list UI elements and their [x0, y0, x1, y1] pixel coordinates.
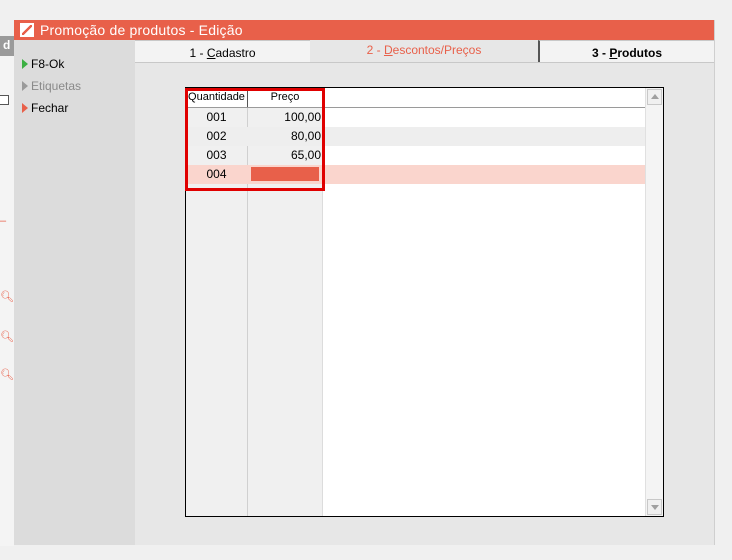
quantity-cell[interactable]: 003 [186, 146, 247, 165]
quantity-cell[interactable]: 002 [186, 127, 247, 146]
tab-number: 2 - [366, 43, 384, 57]
background-window-field [0, 95, 9, 105]
tab-label: escontos/Preços [392, 43, 482, 57]
table-row[interactable]: 003 65,00 [186, 146, 645, 165]
column-header-preco[interactable]: Preço [248, 88, 323, 107]
tab-number: 3 - [591, 46, 610, 60]
tab-bar: 1 - Cadastro 2 - Descontos/Preços 3 - Pr… [135, 40, 714, 63]
ok-command-label: F8-Ok [31, 57, 65, 71]
background-dash-icon: – [0, 215, 7, 227]
play-arrow-icon [22, 59, 28, 69]
search-icon[interactable]: 🔍︎ [0, 290, 14, 304]
tab-label: rodutos [617, 46, 663, 60]
vertical-scrollbar[interactable] [645, 88, 663, 516]
labels-command-label: Etiquetas [31, 79, 82, 93]
scroll-down-arrow-icon[interactable] [647, 499, 662, 515]
promotion-edit-window: Promoção de produtos - Edição F8-Ok Etiq… [14, 20, 715, 545]
price-cell[interactable]: 100,00 [248, 108, 321, 127]
tab-label: adastro [215, 46, 256, 60]
search-icon[interactable]: 🔍︎ [0, 368, 14, 382]
close-command-label: Fechar [31, 101, 69, 115]
app-logo-icon [20, 23, 34, 37]
price-cell[interactable]: 65,00 [248, 146, 321, 165]
command-panel: F8-Ok Etiquetas Fechar [14, 40, 135, 545]
table-row[interactable]: 002 80,00 [186, 127, 645, 146]
play-arrow-icon [22, 81, 28, 91]
quantity-cell[interactable]: 004 [186, 165, 247, 184]
price-cell[interactable]: 80,00 [248, 127, 321, 146]
scroll-up-arrow-icon[interactable] [647, 89, 662, 105]
tab-number: 1 - [189, 46, 207, 60]
background-window-title: d [0, 36, 14, 56]
price-edit-input[interactable] [251, 167, 319, 181]
table-row[interactable]: 001 100,00 [186, 108, 645, 127]
tab-cadastro[interactable]: 1 - Cadastro [135, 40, 310, 62]
search-icon[interactable]: 🔍︎ [0, 330, 14, 344]
ok-command[interactable]: F8-Ok [22, 56, 64, 72]
labels-command: Etiquetas [22, 78, 81, 94]
column-header-quantidade[interactable]: Quantidade [186, 88, 248, 107]
close-command[interactable]: Fechar [22, 100, 68, 116]
tab-hotkey: D [383, 43, 393, 57]
play-arrow-icon [22, 103, 28, 113]
quantity-cell[interactable]: 001 [186, 108, 247, 127]
window-title: Promoção de produtos - Edição [40, 22, 243, 38]
table-row-selected[interactable]: 004 [186, 165, 645, 184]
prices-grid[interactable]: Quantidade Preço 001 100,00 002 80,00 00… [185, 87, 664, 517]
tab-produtos[interactable]: 3 - Produtos [538, 40, 714, 62]
grid-header: Quantidade Preço [186, 88, 645, 108]
tab-descontos-precos[interactable]: 2 - Descontos/Preços [310, 40, 538, 62]
title-bar[interactable]: Promoção de produtos - Edição [14, 20, 714, 40]
